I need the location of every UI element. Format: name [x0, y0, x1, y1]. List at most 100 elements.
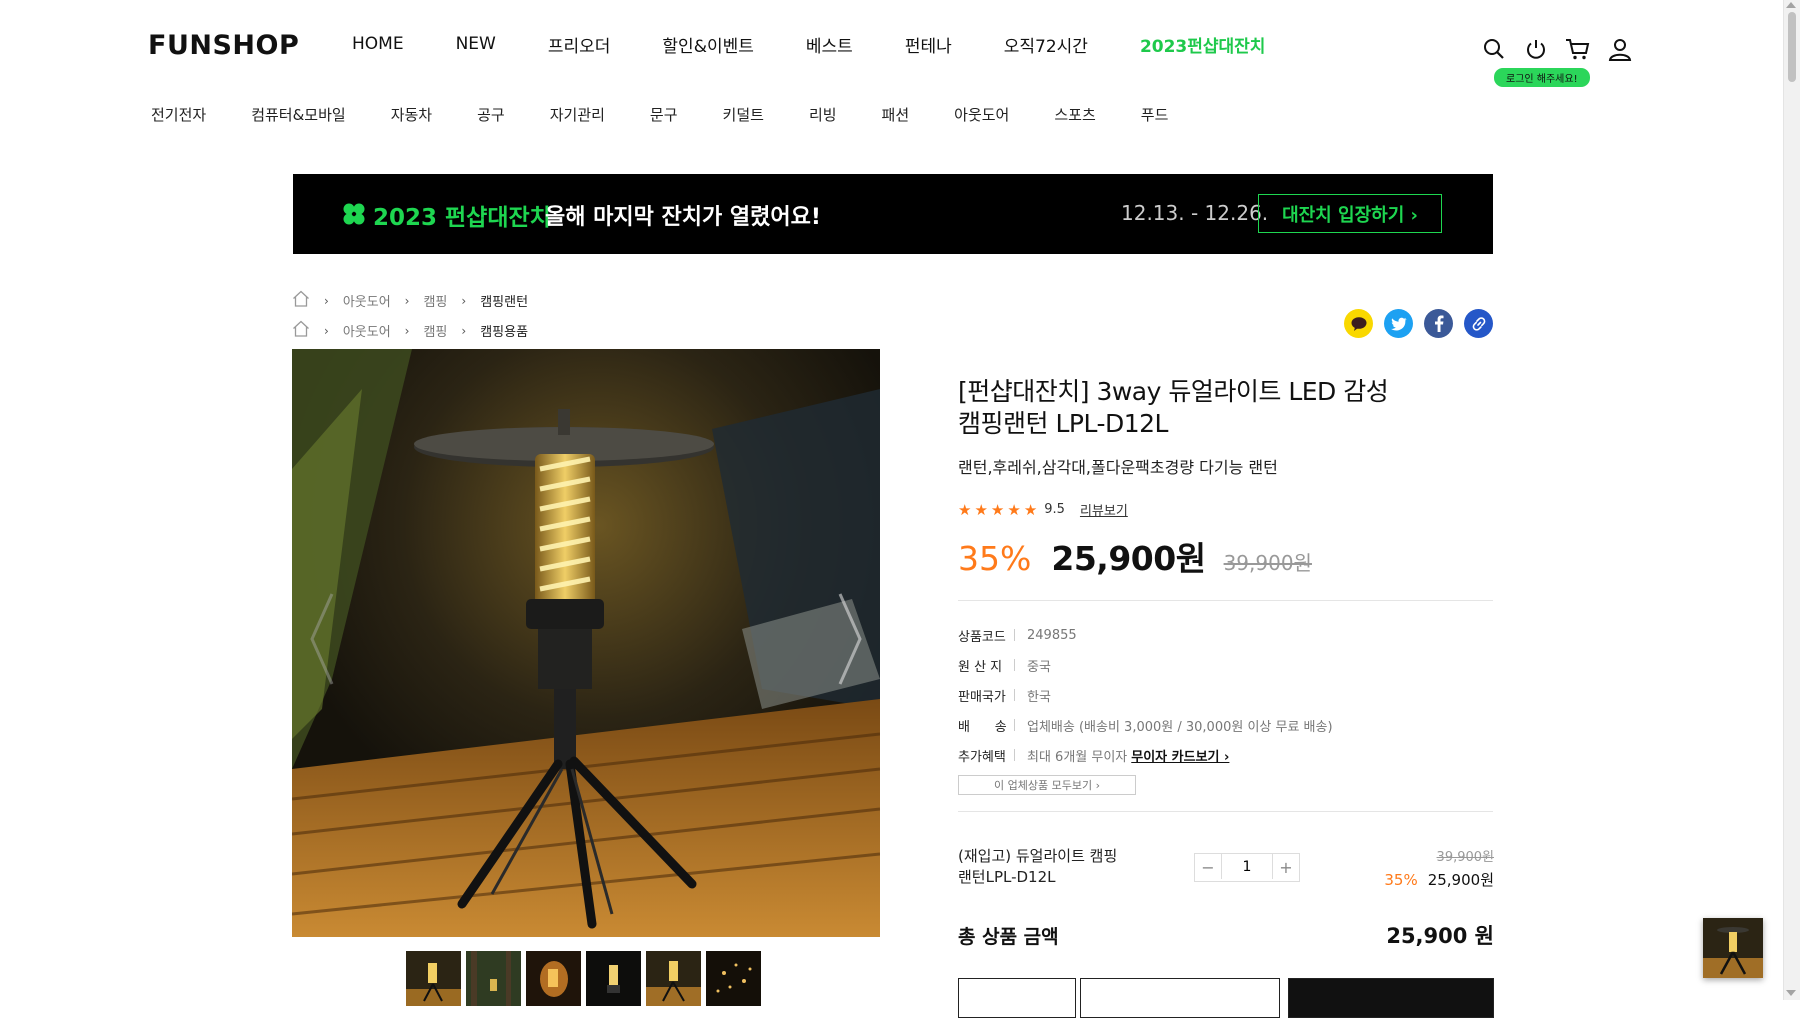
login-badge[interactable]: 로그인 해주세요!	[1494, 68, 1590, 87]
thumbnail[interactable]	[646, 951, 701, 1006]
category-fashion[interactable]: 패션	[882, 104, 910, 125]
twitter-icon[interactable]	[1384, 309, 1413, 338]
scroll-down-arrow-icon[interactable]	[1786, 990, 1796, 996]
nav-preorder[interactable]: 프리오더	[548, 32, 611, 57]
nav-home[interactable]: HOME	[352, 34, 404, 54]
category-kidult[interactable]: 키덜트	[723, 104, 764, 125]
buy-now-button[interactable]	[1288, 978, 1494, 1018]
festival-enter-button[interactable]: 대잔치 입장하기 ›	[1258, 194, 1442, 233]
nav-sale-event[interactable]: 할인&이벤트	[662, 32, 753, 57]
category-food[interactable]: 푸드	[1141, 104, 1169, 125]
star-rating: ★ ★ ★ ★ ★	[958, 501, 1040, 519]
product-subtitle: 랜턴,후레쉬,삼각대,폴다운팩초경량 다기능 랜턴	[958, 458, 1278, 477]
product-specs: 상품코드 249855 원 산 지 중국 판매국가 한국 배 송 업체배송 (배…	[958, 620, 1333, 770]
chevron-right-icon: ›	[324, 323, 329, 338]
discount-rate: 35%	[958, 539, 1032, 578]
category-car[interactable]: 자동차	[391, 104, 432, 125]
divider	[958, 811, 1493, 812]
cart-button[interactable]	[1080, 978, 1280, 1018]
breadcrumb-item[interactable]: 캠핑용품	[480, 321, 528, 340]
star-icon: ★	[958, 500, 972, 519]
breadcrumb-item[interactable]: 아웃도어	[343, 291, 391, 310]
interest-free-card-link[interactable]: 무이자 카드보기 ›	[1131, 746, 1229, 765]
plus-button[interactable]: +	[1273, 854, 1299, 881]
category-sports[interactable]: 스포츠	[1054, 104, 1095, 125]
scrollbar[interactable]	[1783, 0, 1800, 1000]
user-icon[interactable]	[1606, 35, 1634, 63]
breadcrumb: › 아웃도어 › 캠핑 › 캠핑용품	[292, 320, 528, 341]
wishlist-button[interactable]	[958, 978, 1076, 1018]
option-original-price: 39,900원	[1436, 850, 1494, 865]
spec-value: 한국	[1027, 689, 1051, 705]
link-icon[interactable]	[1464, 309, 1493, 338]
chevron-right-icon: ›	[324, 293, 329, 308]
breadcrumb-item[interactable]: 캠핑	[423, 291, 447, 310]
recent-viewed-thumbnail[interactable]	[1703, 918, 1763, 978]
nav-funtenna[interactable]: 펀테나	[905, 32, 952, 57]
category-computer-mobile[interactable]: 컴퓨터&모바일	[251, 104, 346, 125]
thumbnail[interactable]	[526, 951, 581, 1006]
spec-key: 배 송	[958, 719, 1007, 735]
home-icon[interactable]	[292, 290, 310, 311]
product-thumbnails	[406, 951, 766, 1006]
category-electronics[interactable]: 전기전자	[151, 104, 206, 125]
thumbnail[interactable]	[706, 951, 761, 1006]
star-icon: ★	[1007, 500, 1021, 519]
spec-value: 업체배송 (배송비 3,000원 / 30,000원 이상 무료 배송)	[1027, 719, 1333, 735]
category-outdoor[interactable]: 아웃도어	[954, 104, 1009, 125]
search-icon[interactable]	[1480, 35, 1508, 63]
facebook-icon[interactable]	[1424, 309, 1453, 338]
spec-value: 249855	[1027, 627, 1077, 643]
power-icon[interactable]	[1522, 35, 1550, 63]
scroll-up-arrow-icon[interactable]	[1786, 2, 1796, 8]
scrollbar-thumb[interactable]	[1788, 12, 1796, 82]
main-nav: HOME NEW 프리오더 할인&이벤트 베스트 펀테나 오직72시간 2023…	[352, 32, 1317, 57]
banner-title: 2023 펀샵대잔치	[373, 205, 551, 231]
kakaotalk-icon[interactable]	[1344, 309, 1373, 338]
sale-price: 25,900원	[1051, 539, 1206, 578]
category-stationery[interactable]: 문구	[650, 104, 678, 125]
spec-key: 상품코드	[958, 629, 1006, 645]
category-nav: 전기전자 컴퓨터&모바일 자동차 공구 자기관리 문구 키덜트 리빙 패션 아웃…	[151, 104, 1213, 125]
category-self-care[interactable]: 자기관리	[550, 104, 605, 125]
category-tools[interactable]: 공구	[477, 104, 505, 125]
nav-72hours[interactable]: 오직72시간	[1004, 32, 1088, 57]
nav-best[interactable]: 베스트	[806, 32, 853, 57]
star-icon: ★	[990, 500, 1005, 519]
category-living[interactable]: 리빙	[809, 104, 837, 125]
quantity-stepper: − +	[1194, 853, 1300, 882]
all-vendor-products-button[interactable]: 이 업체상품 모두보기 ›	[958, 775, 1136, 795]
chevron-right-icon: ›	[461, 293, 467, 308]
spec-row: 판매국가 한국	[958, 680, 1333, 710]
total-label: 총 상품 금액	[958, 926, 1059, 948]
review-link[interactable]: 리뷰보기	[1080, 500, 1128, 519]
breadcrumb: › 아웃도어 › 캠핑 › 캠핑랜턴	[292, 290, 528, 311]
nav-new[interactable]: NEW	[456, 34, 496, 54]
spec-key: 원 산 지	[958, 659, 1003, 675]
chevron-right-icon: ›	[404, 293, 410, 308]
funshop-logo[interactable]: FUNSHOP	[148, 30, 299, 61]
spec-key: 판매국가	[958, 689, 1006, 705]
breadcrumb-item[interactable]: 아웃도어	[343, 321, 391, 340]
breadcrumb-item[interactable]: 캠핑랜턴	[480, 291, 528, 310]
quantity-input[interactable]	[1221, 854, 1273, 879]
spec-row: 상품코드 249855	[958, 620, 1333, 650]
minus-button[interactable]: −	[1195, 854, 1221, 881]
thumbnail[interactable]	[586, 951, 641, 1006]
thumbnail[interactable]	[406, 951, 461, 1006]
total-price: 25,900 원	[1386, 924, 1494, 948]
spec-row: 배 송 업체배송 (배송비 3,000원 / 30,000원 이상 무료 배송)	[958, 710, 1333, 740]
option-discount: 35%	[1384, 871, 1418, 889]
option-sale-price: 25,900원	[1427, 871, 1494, 889]
thumbnail[interactable]	[466, 951, 521, 1006]
rating-score: 9.5	[1044, 502, 1065, 517]
product-main-image[interactable]	[292, 349, 880, 937]
rating: ★ ★ ★ ★ ★ 9.5 리뷰보기	[958, 500, 1128, 520]
home-icon[interactable]	[292, 320, 310, 341]
spec-key: 추가혜택	[958, 749, 1006, 765]
cart-icon[interactable]	[1564, 35, 1592, 63]
breadcrumb-item[interactable]: 캠핑	[423, 321, 447, 340]
spec-value: 중국	[1027, 659, 1051, 675]
spec-row: 추가혜택 최대 6개월 무이자 무이자 카드보기 ›	[958, 740, 1333, 770]
nav-2023-festival[interactable]: 2023펀샵대잔치	[1140, 32, 1266, 57]
